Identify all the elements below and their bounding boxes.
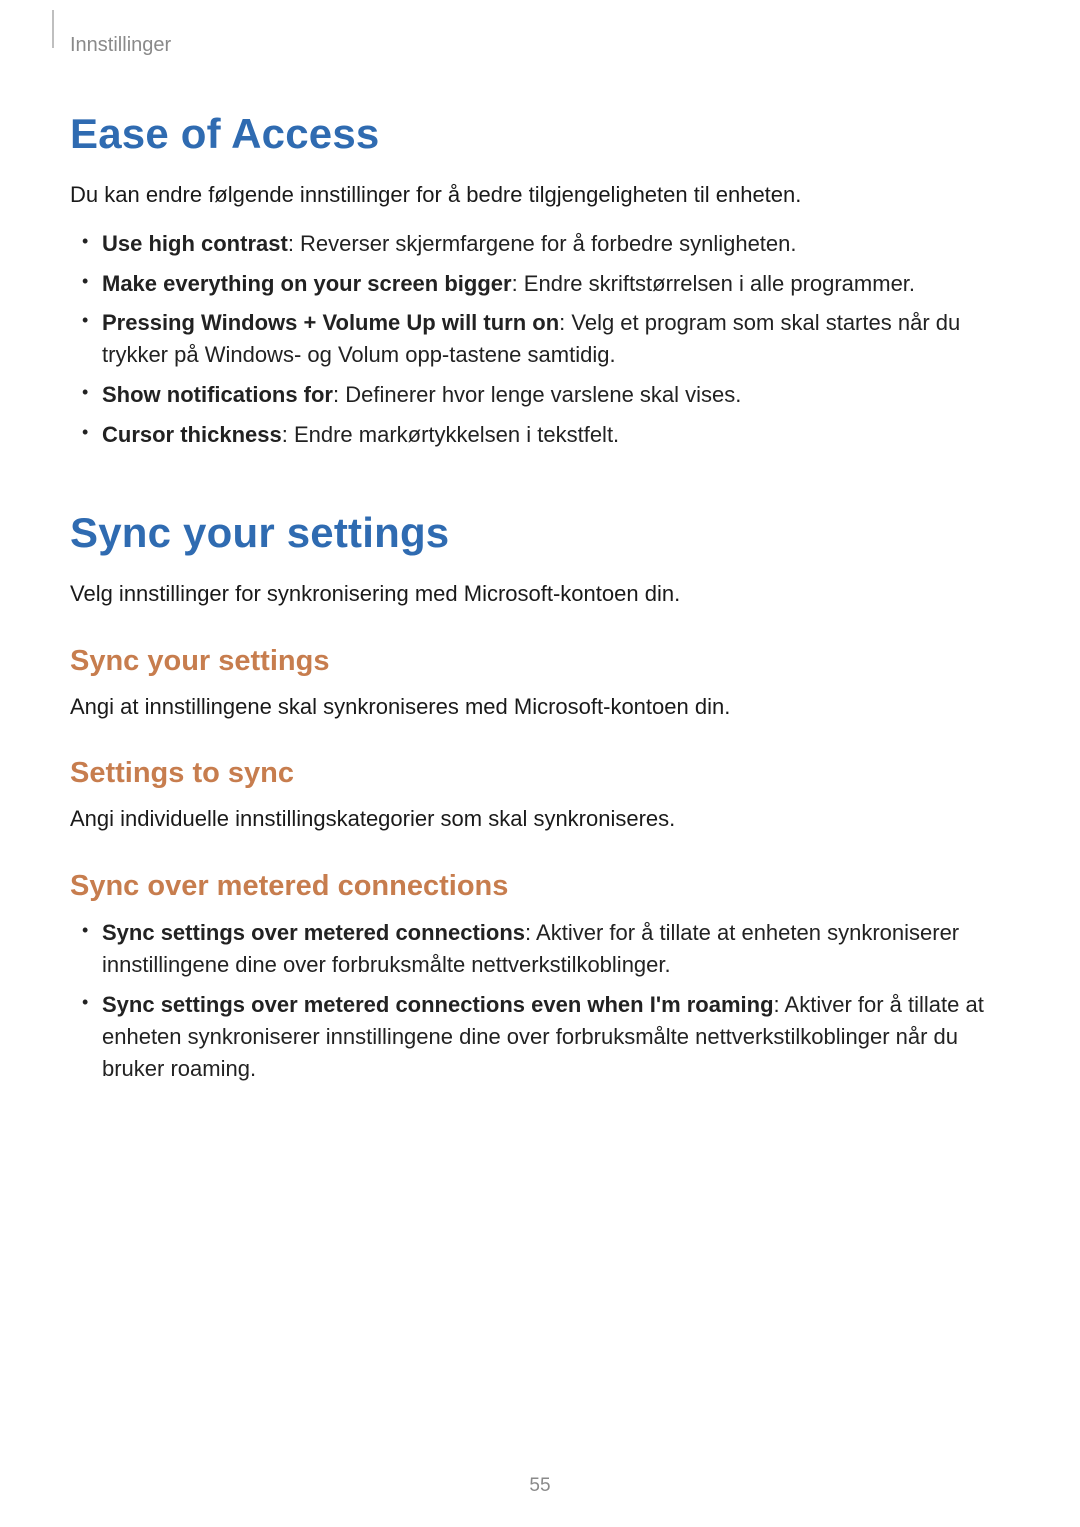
list-item-term: Cursor thickness: [102, 422, 282, 447]
list-item-desc: : Endre markørtykkelsen i tekstfelt.: [282, 422, 619, 447]
list-item: Make everything on your screen bigger: E…: [102, 268, 1010, 300]
list-item: Sync settings over metered connections: …: [102, 917, 1010, 981]
list-item-term: Sync settings over metered connections: [102, 920, 525, 945]
list-item-term: Sync settings over metered connections e…: [102, 992, 774, 1017]
intro-ease-of-access: Du kan endre følgende innstillinger for …: [70, 180, 1010, 210]
page-number: 55: [0, 1475, 1080, 1497]
list-item-desc: : Reverser skjermfargene for å forbedre …: [288, 231, 797, 256]
body-sync-your-settings: Angi at innstillingene skal synkronisere…: [70, 692, 1010, 722]
content-body: Ease of Access Du kan endre følgende inn…: [70, 110, 1010, 1085]
list-item-desc: : Definerer hvor lenge varslene skal vis…: [333, 382, 741, 407]
list-item: Show notifications for: Definerer hvor l…: [102, 379, 1010, 411]
breadcrumb: Innstillinger: [70, 34, 171, 57]
page: Innstillinger Ease of Access Du kan endr…: [0, 0, 1080, 1527]
subheading-settings-to-sync: Settings to sync: [70, 757, 1010, 790]
list-sync-over-metered: Sync settings over metered connections: …: [70, 917, 1010, 1084]
list-item: Cursor thickness: Endre markørtykkelsen …: [102, 419, 1010, 451]
heading-sync-your-settings: Sync your settings: [70, 509, 1010, 557]
list-item: Use high contrast: Reverser skjermfargen…: [102, 228, 1010, 260]
list-ease-of-access: Use high contrast: Reverser skjermfargen…: [70, 228, 1010, 451]
header-rule: [52, 10, 54, 48]
list-item-term: Make everything on your screen bigger: [102, 271, 512, 296]
list-item-term: Pressing Windows + Volume Up will turn o…: [102, 310, 559, 335]
list-item: Sync settings over metered connections e…: [102, 989, 1010, 1085]
intro-sync-your-settings: Velg innstillinger for synkronisering me…: [70, 579, 1010, 609]
list-item-desc: : Endre skriftstørrelsen i alle programm…: [512, 271, 915, 296]
heading-ease-of-access: Ease of Access: [70, 110, 1010, 158]
body-settings-to-sync: Angi individuelle innstillingskategorier…: [70, 804, 1010, 834]
list-item: Pressing Windows + Volume Up will turn o…: [102, 307, 1010, 371]
subheading-sync-your-settings: Sync your settings: [70, 645, 1010, 678]
subheading-sync-over-metered: Sync over metered connections: [70, 870, 1010, 903]
list-item-term: Use high contrast: [102, 231, 288, 256]
list-item-term: Show notifications for: [102, 382, 333, 407]
